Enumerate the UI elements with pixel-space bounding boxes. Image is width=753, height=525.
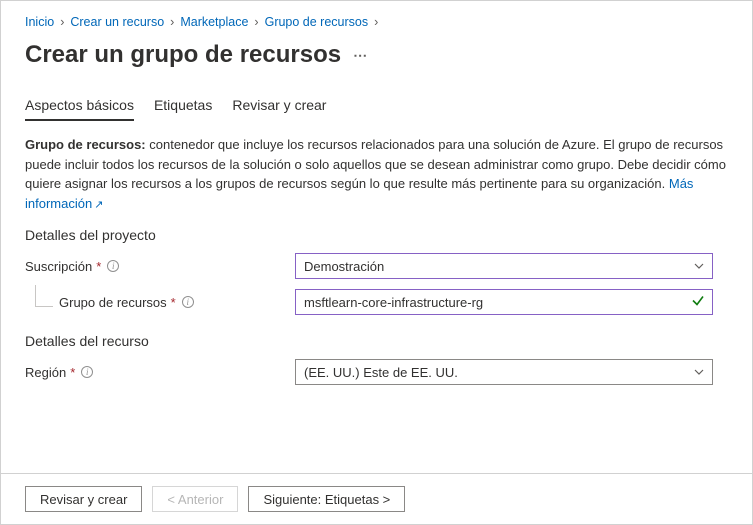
review-create-button[interactable]: Revisar y crear (25, 486, 142, 512)
chevron-right-icon: › (60, 15, 64, 29)
project-details-heading: Detalles del proyecto (25, 227, 728, 243)
region-value: (EE. UU.) Este de EE. UU. (304, 365, 458, 380)
tabs: Aspectos básicos Etiquetas Revisar y cre… (25, 97, 728, 121)
resource-group-label: Grupo de recursos * i (25, 295, 295, 310)
required-asterisk: * (70, 365, 75, 380)
breadcrumb-create-resource[interactable]: Crear un recurso (70, 15, 164, 29)
required-asterisk: * (171, 295, 176, 310)
breadcrumb-marketplace[interactable]: Marketplace (180, 15, 248, 29)
resource-group-name-input[interactable]: msftlearn-core-infrastructure-rg (295, 289, 713, 315)
subscription-label: Suscripción * i (25, 259, 295, 274)
page-title: Crear un grupo de recursos ⋯ (25, 41, 728, 69)
resource-group-name-value: msftlearn-core-infrastructure-rg (304, 295, 483, 310)
next-button[interactable]: Siguiente: Etiquetas > (248, 486, 405, 512)
external-link-icon: ↗ (94, 197, 103, 214)
footer-actions: Revisar y crear < Anterior Siguiente: Et… (1, 473, 752, 524)
previous-button: < Anterior (152, 486, 238, 512)
chevron-right-icon: › (254, 15, 258, 29)
valid-checkmark-icon (691, 294, 705, 311)
breadcrumb: Inicio › Crear un recurso › Marketplace … (25, 15, 728, 29)
info-icon[interactable]: i (182, 296, 194, 308)
description-label: Grupo de recursos: (25, 137, 146, 152)
subscription-dropdown[interactable]: Demostración (295, 253, 713, 279)
subscription-value: Demostración (304, 259, 384, 274)
page-title-text: Crear un grupo de recursos (25, 41, 341, 69)
resource-details-heading: Detalles del recurso (25, 333, 728, 349)
info-icon[interactable]: i (107, 260, 119, 272)
chevron-right-icon: › (374, 15, 378, 29)
chevron-down-icon (693, 366, 705, 378)
breadcrumb-resource-group[interactable]: Grupo de recursos (265, 15, 369, 29)
more-actions-icon[interactable]: ⋯ (353, 47, 369, 64)
region-dropdown[interactable]: (EE. UU.) Este de EE. UU. (295, 359, 713, 385)
chevron-down-icon (693, 260, 705, 272)
info-icon[interactable]: i (81, 366, 93, 378)
required-asterisk: * (96, 259, 101, 274)
tree-connector-icon (35, 285, 53, 307)
tab-review[interactable]: Revisar y crear (232, 97, 326, 121)
tab-basics[interactable]: Aspectos básicos (25, 97, 134, 121)
description-text: Grupo de recursos: contenedor que incluy… (25, 135, 728, 213)
chevron-right-icon: › (170, 15, 174, 29)
region-label: Región * i (25, 365, 295, 380)
tab-tags[interactable]: Etiquetas (154, 97, 212, 121)
breadcrumb-home[interactable]: Inicio (25, 15, 54, 29)
